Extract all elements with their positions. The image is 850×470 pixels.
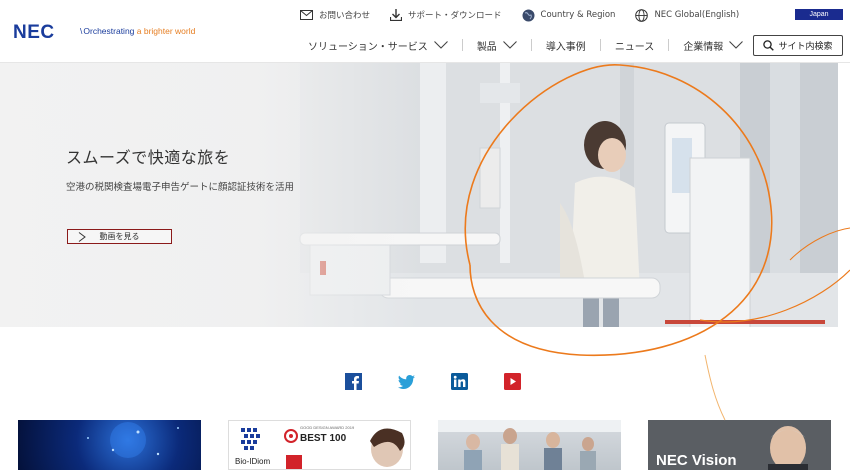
nav-divider	[461, 39, 463, 51]
linkedin-link[interactable]	[451, 373, 468, 390]
mail-icon	[300, 10, 313, 20]
country-region-label: Country & Region	[540, 10, 616, 20]
hero-banner: スムーズで快適な旅を 空港の税関検査場電子申告ゲートに顔認証技術を活用 動画を見…	[0, 63, 838, 327]
language-button[interactable]: Japan	[795, 9, 843, 20]
tagline-accent: a brighter world	[134, 26, 196, 36]
nec-vision-label: NEC Vision	[656, 452, 737, 469]
watch-video-button[interactable]: 動画を見る	[67, 229, 172, 244]
site-search-label: サイト内検索	[778, 42, 833, 52]
contact-label: お問い合わせ	[319, 11, 371, 21]
support-download-link[interactable]: サポート・ダウンロード	[390, 9, 502, 21]
tagline-main: Orchestrating	[83, 26, 135, 36]
search-icon	[763, 40, 775, 51]
bio-idiom-label: Bio-IDiom	[235, 457, 271, 466]
nav-case-studies-label: 導入事例	[545, 41, 586, 53]
chevron-down-icon	[729, 41, 744, 49]
nav-divider	[599, 39, 601, 51]
chevron-down-icon	[502, 41, 517, 49]
globe-dark-icon	[522, 9, 535, 21]
feature-card-nec-vision[interactable]: NEC Vision	[648, 420, 831, 470]
nav-solutions[interactable]: ソリューション・サービス	[308, 38, 448, 53]
feature-card-bio-idiom[interactable]: Bio-IDiom GOOD DESIGN AWARD 2019 BEST 10…	[228, 420, 411, 470]
twitter-link[interactable]	[398, 373, 415, 390]
support-download-label: サポート・ダウンロード	[408, 11, 502, 21]
nav-divider	[668, 39, 670, 51]
site-header: NEC \Orchestrating a brighter world お問い合…	[0, 0, 850, 63]
feature-card-digital[interactable]	[18, 420, 201, 470]
facebook-icon	[345, 373, 362, 390]
nec-global-link[interactable]: NEC Global(English)	[635, 8, 740, 22]
digital-particles-image	[87, 422, 179, 458]
globe-outline-icon	[635, 8, 649, 22]
nav-solutions-label: ソリューション・サービス	[308, 41, 428, 53]
twitter-icon	[398, 374, 415, 389]
crowd-photo	[438, 420, 621, 470]
feature-card-people[interactable]	[438, 420, 621, 470]
linkedin-icon	[451, 373, 468, 390]
youtube-icon	[504, 373, 521, 390]
nav-divider	[530, 39, 532, 51]
nav-corporate-label: 企業情報	[683, 41, 724, 53]
hero-title: スムーズで快適な旅を	[66, 148, 231, 167]
page: NEC \Orchestrating a brighter world お問い合…	[0, 0, 850, 470]
nav-corporate[interactable]: 企業情報	[683, 38, 744, 53]
contact-link[interactable]: お問い合わせ	[300, 9, 370, 21]
social-links	[345, 373, 557, 390]
main-nav: ソリューション・サービス 製品 導入事例 ニュース 企業情報	[308, 36, 744, 54]
site-search-button[interactable]: サイト内検索	[753, 35, 843, 56]
country-region-link[interactable]: Country & Region	[522, 9, 616, 22]
chevron-right-icon	[78, 232, 86, 242]
hero-description: 空港の税関検査場電子申告ゲートに顔認証技術を活用	[66, 182, 295, 193]
nav-news[interactable]: ニュース	[615, 38, 655, 53]
nec-global-label: NEC Global(English)	[654, 10, 740, 20]
nav-news-label: ニュース	[614, 41, 655, 53]
nec-logo[interactable]: NEC	[13, 22, 55, 44]
good-design-award-label: GOOD DESIGN AWARD 2019	[300, 425, 355, 430]
nav-products[interactable]: 製品	[477, 38, 517, 53]
download-icon	[390, 9, 403, 21]
brand-tagline: \Orchestrating a brighter world	[80, 26, 196, 36]
facebook-link[interactable]	[345, 373, 362, 390]
best-100-label: BEST 100	[300, 433, 347, 444]
if-award-badge	[286, 455, 302, 469]
bio-idiom-logo-image	[241, 428, 260, 450]
nav-products-label: 製品	[476, 41, 497, 53]
person-photo	[370, 428, 405, 467]
utility-nav: お問い合わせ サポート・ダウンロード Country & Region NEC …	[300, 7, 759, 23]
watch-video-label: 動画を見る	[99, 232, 140, 241]
chevron-down-icon	[433, 41, 448, 49]
good-design-award-icon	[284, 429, 298, 443]
nav-case-studies[interactable]: 導入事例	[546, 38, 586, 53]
youtube-link[interactable]	[504, 373, 521, 390]
